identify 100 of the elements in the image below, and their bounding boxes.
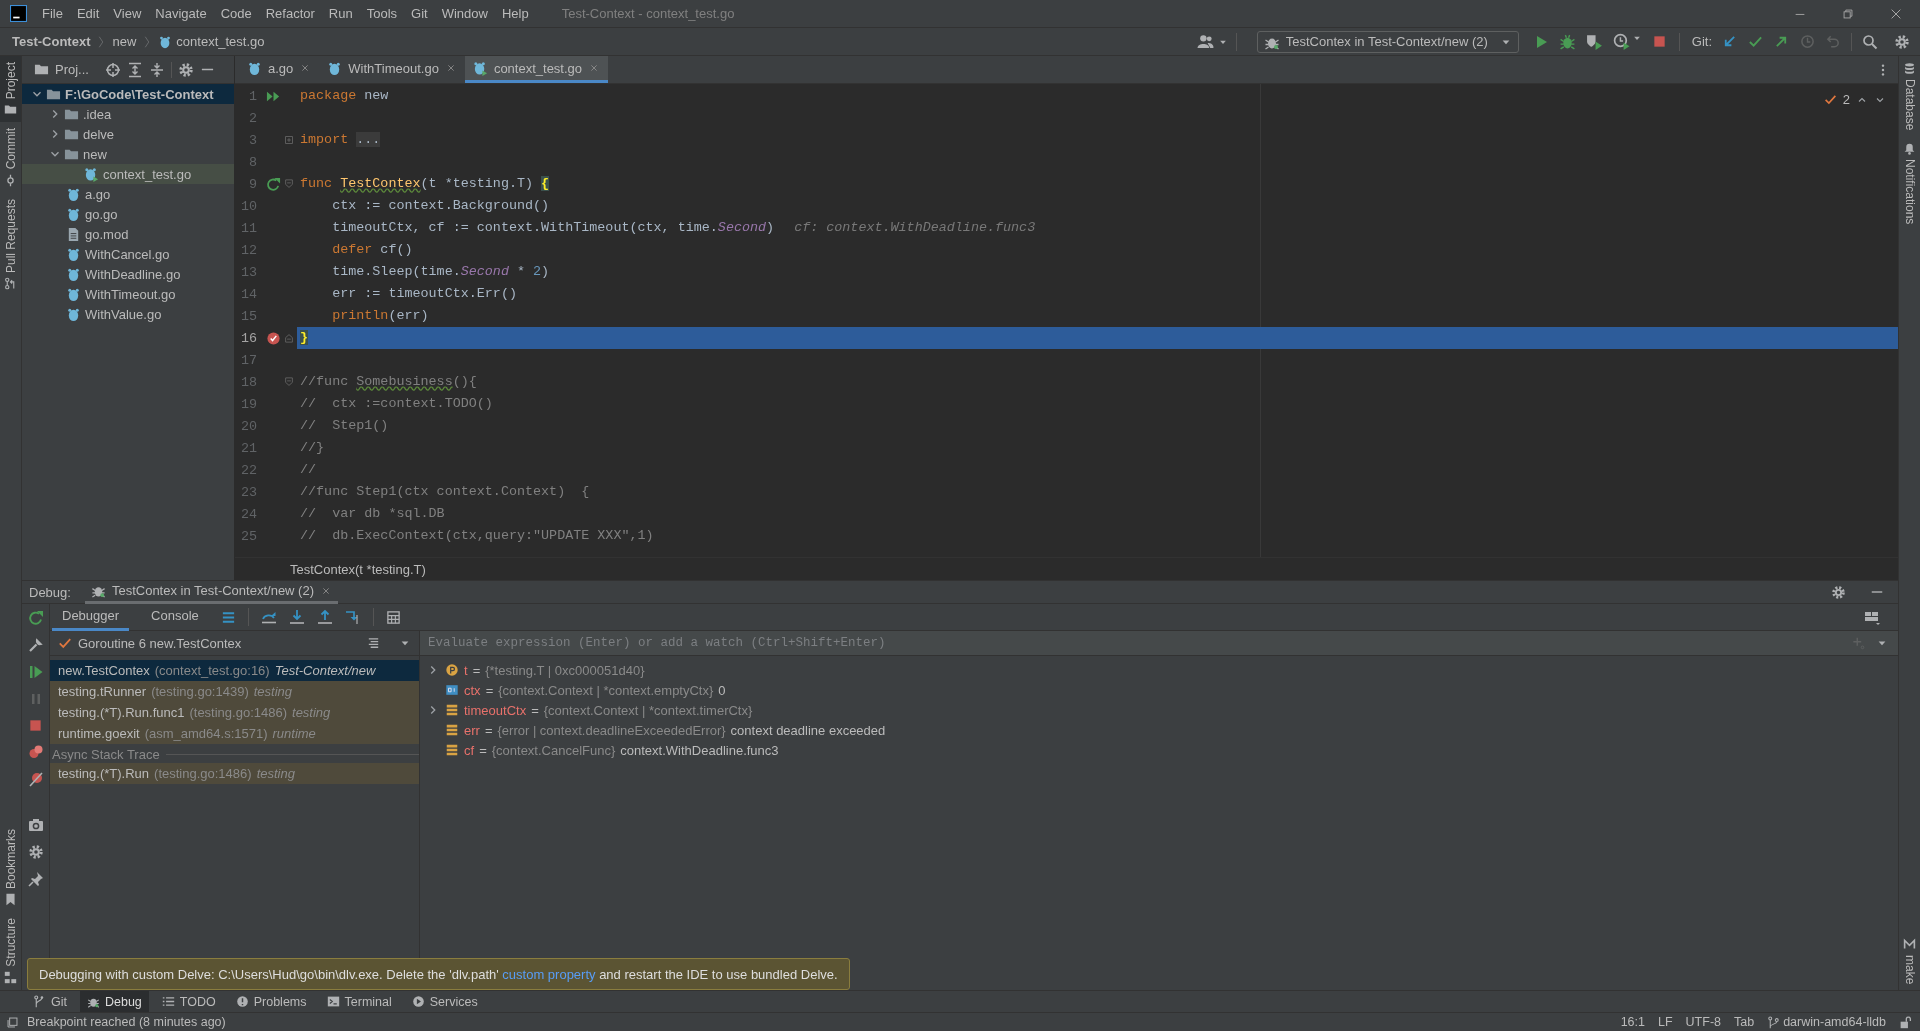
menu-item[interactable]: Tools <box>361 4 403 23</box>
run-configuration-dropdown[interactable]: TestContex in Test-Context/new (2) <box>1256 30 1519 53</box>
update-project-icon[interactable] <box>1722 34 1737 49</box>
push-icon[interactable] <box>1774 34 1789 49</box>
stack-frame[interactable]: new.TestContex (context_test.go:16) Test-Context/new <box>50 660 419 681</box>
settings-icon[interactable] <box>1894 33 1910 50</box>
menu-item[interactable]: Navigate <box>150 4 212 23</box>
tree-item[interactable]: .idea <box>64 104 112 124</box>
tool-window-button[interactable]: Project <box>0 56 21 123</box>
mute-breakpoints-icon[interactable] <box>27 771 44 787</box>
commit-icon[interactable] <box>1748 34 1763 49</box>
breadcrumb[interactable]: context_test.go <box>176 34 265 49</box>
tool-window-tab[interactable]: Services <box>404 991 485 1012</box>
tool-windows-icon[interactable] <box>6 1015 19 1029</box>
tree-item[interactable]: new <box>64 144 107 164</box>
tree-item[interactable]: WithValue.go <box>66 304 162 324</box>
variable-row[interactable]: timeoutCtx = {context.Context | *context.timerCtx} <box>420 700 1898 720</box>
tool-window-button[interactable]: Commit <box>0 122 21 193</box>
tool-window-button[interactable]: Pull Requests <box>0 192 21 296</box>
debug-icon[interactable] <box>1558 33 1576 50</box>
tool-window-tab[interactable]: TODO <box>154 991 223 1012</box>
editor-tab[interactable]: context_test.go <box>464 56 609 83</box>
editor-tab[interactable]: WithTimeout.go <box>319 56 465 83</box>
step-over-icon[interactable] <box>260 609 277 625</box>
file-encoding[interactable]: UTF-8 <box>1685 1015 1721 1029</box>
expand-all-icon[interactable] <box>126 61 143 78</box>
goroutine-selector[interactable]: Goroutine 6 new.TestContex <box>78 635 242 651</box>
variable-row[interactable]: cf = {context.CancelFunc} context.WithDeadline.func3 <box>420 740 1898 760</box>
breadcrumb[interactable]: Test-Context <box>12 34 91 49</box>
tree-item[interactable]: go.mod <box>66 224 129 244</box>
tree-item[interactable]: a.go <box>66 184 111 204</box>
menu-item[interactable]: File <box>37 4 68 23</box>
branch-widget[interactable]: darwin-amd64-lldb <box>1767 1015 1886 1029</box>
locate-icon[interactable] <box>104 61 121 78</box>
lock-icon[interactable] <box>1899 1015 1912 1029</box>
wrench-icon[interactable] <box>27 637 44 653</box>
settings-icon[interactable] <box>1831 584 1846 600</box>
menu-item[interactable]: Run <box>323 4 358 23</box>
stack-frame[interactable]: testing.(*T).Run (testing.go:1486) testing <box>50 763 419 784</box>
indent-setting[interactable]: Tab <box>1734 1015 1755 1029</box>
breakpoints-icon[interactable] <box>27 744 44 760</box>
menu-item[interactable]: Help <box>496 4 534 23</box>
layout-icon[interactable] <box>1864 609 1880 625</box>
settings-icon[interactable] <box>27 844 44 860</box>
editor-tab[interactable]: a.go <box>239 56 320 83</box>
threads-icon[interactable] <box>220 609 236 625</box>
tree-item[interactable]: WithTimeout.go <box>66 284 176 304</box>
tool-window-tab[interactable]: Git <box>26 991 74 1012</box>
tool-window-tab[interactable]: Problems <box>228 991 314 1012</box>
variable-row[interactable]: ctx = {context.Context | *context.emptyCtx} 0 <box>420 680 1898 700</box>
inspection-count[interactable]: 2 <box>1842 92 1850 107</box>
menu-item[interactable]: View <box>108 4 147 23</box>
stack-frame[interactable]: testing.(*T).Run.func1 (testing.go:1486) testing <box>50 702 419 723</box>
panel-title[interactable]: Proj... <box>55 62 89 77</box>
tool-window-button[interactable]: Notifications <box>1899 136 1920 231</box>
tree-item[interactable]: go.go <box>66 204 118 224</box>
rerun-icon[interactable] <box>27 610 44 626</box>
tool-window-tab[interactable]: Terminal <box>319 991 399 1012</box>
variable-row[interactable]: t = {*testing.T | 0xc000051d40} <box>420 660 1898 680</box>
tool-window-button[interactable]: Structure <box>0 912 21 990</box>
restore-icon[interactable] <box>1841 6 1855 21</box>
run-to-cursor-icon[interactable] <box>344 609 361 625</box>
menu-item[interactable]: Window <box>436 4 493 23</box>
resume-icon[interactable] <box>27 664 44 680</box>
profiler-icon[interactable] <box>1612 33 1630 50</box>
tool-window-button[interactable]: Bookmarks <box>0 823 21 913</box>
settings-icon[interactable] <box>177 61 194 78</box>
stack-frame[interactable]: testing.tRunner (testing.go:1439) testing <box>50 681 419 702</box>
coverage-icon[interactable] <box>1585 33 1603 50</box>
rerun-icon[interactable] <box>265 176 281 192</box>
tool-window-tab[interactable]: Debug <box>80 991 149 1012</box>
tree-item[interactable]: delve <box>64 124 115 144</box>
session-tab[interactable]: TestContex in Test-Context/new (2) <box>84 581 338 604</box>
tool-window-button[interactable]: make <box>1899 931 1920 990</box>
menu-item[interactable]: Code <box>215 4 257 23</box>
tree-item[interactable]: WithCancel.go <box>66 244 170 264</box>
fold-icon[interactable] <box>283 134 295 146</box>
stack-frame[interactable]: runtime.goexit (asm_amd64.s:1571) runtime <box>50 723 419 744</box>
breadcrumb[interactable]: TestContex(t *testing.T) <box>290 561 426 577</box>
tool-window-button[interactable]: Database <box>1899 56 1920 137</box>
menu-item[interactable]: Git <box>406 4 433 23</box>
user-icon[interactable] <box>1196 33 1214 50</box>
step-out-icon[interactable] <box>316 609 333 625</box>
variable-row[interactable]: err = {error | context.deadlineExceededError} context deadline exceeded <box>420 720 1898 740</box>
tree-item[interactable]: WithDeadline.go <box>66 264 181 284</box>
pin-icon[interactable] <box>27 871 44 887</box>
breadcrumb[interactable]: new <box>112 34 137 49</box>
breakpoint-icon[interactable] <box>265 330 281 346</box>
line-separator[interactable]: LF <box>1658 1015 1673 1029</box>
collapse-all-icon[interactable] <box>148 61 165 78</box>
tab[interactable]: Console <box>141 603 209 631</box>
stop-icon[interactable] <box>1651 34 1667 49</box>
step-into-icon[interactable] <box>288 609 305 625</box>
camera-icon[interactable] <box>27 817 44 833</box>
list-icon[interactable] <box>366 635 381 651</box>
search-icon[interactable] <box>1862 33 1878 50</box>
inspection-icon[interactable] <box>1823 93 1837 106</box>
menu-item[interactable]: Edit <box>71 4 105 23</box>
menu-item[interactable]: Refactor <box>260 4 320 23</box>
stop-icon[interactable] <box>28 718 43 733</box>
